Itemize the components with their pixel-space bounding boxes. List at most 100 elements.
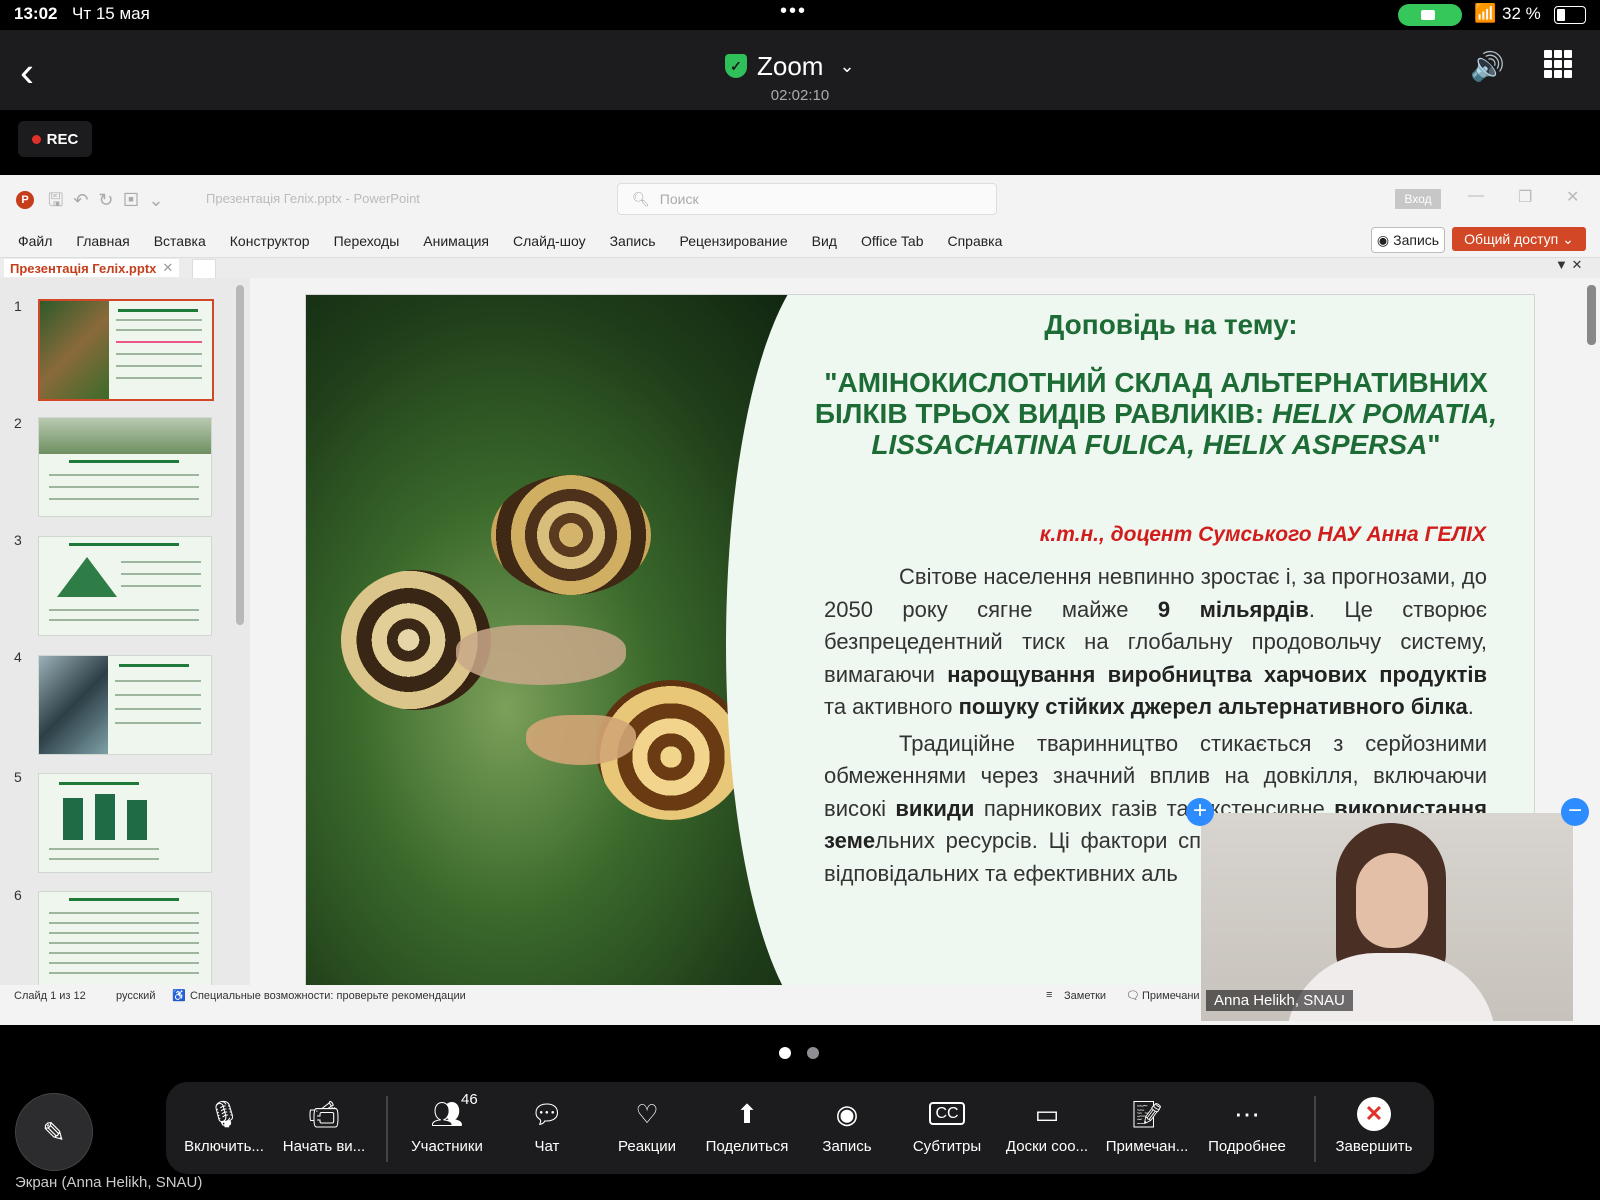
end-meeting-button[interactable]: ✕ Завершить <box>1326 1096 1422 1155</box>
record-dot-icon <box>31 134 41 144</box>
thumb-number: 4 <box>14 649 22 665</box>
thumb-number: 2 <box>14 415 22 431</box>
annotate-pencil-icon[interactable]: ✎ <box>15 1093 93 1171</box>
thumb-number: 6 <box>14 887 22 903</box>
multitasking-dots[interactable]: ••• <box>780 0 807 23</box>
subtitles-label: Субтитры <box>912 1138 982 1155</box>
document-tab-bar <box>0 257 1600 278</box>
collapse-video-icon[interactable]: − <box>1561 798 1589 826</box>
participants-icon: 👥︎ 46 <box>399 1091 495 1132</box>
subtitles-button[interactable]: CC Субтитры <box>899 1096 995 1155</box>
ribbon-tab-file[interactable]: Файл <box>18 233 52 249</box>
slide-thumbnail[interactable] <box>38 891 212 991</box>
whiteboard-icon: ▭ <box>1034 1099 1060 1129</box>
unmute-label: Включить... <box>184 1138 264 1155</box>
slide-thumbnail[interactable] <box>38 773 212 873</box>
page-dot-active[interactable] <box>779 1047 791 1059</box>
chat-label: Чат <box>534 1138 560 1155</box>
chat-button[interactable]: 💬︎ Чат <box>499 1096 595 1155</box>
ppt-record-button[interactable]: ◉ Запись <box>1371 227 1445 253</box>
slide-scrollbar[interactable] <box>1587 285 1596 345</box>
chevron-down-icon: ⌄ <box>839 55 855 76</box>
notes-icon: 📝︎ <box>1130 1099 1164 1129</box>
quick-access-toolbar[interactable]: 🖫↶↻▣⌄ <box>48 188 174 218</box>
thumb-number: 3 <box>14 532 22 548</box>
end-meeting-label: Завершить <box>1335 1138 1413 1155</box>
ribbon-tab-record[interactable]: Запись <box>610 233 656 249</box>
video-off-icon: 📹︎ <box>307 1099 341 1129</box>
page-dot[interactable] <box>807 1047 819 1059</box>
reactions-button[interactable]: ♡ Реакции <box>599 1096 695 1155</box>
slide-thumbnail[interactable] <box>38 299 214 401</box>
tab-menu-icon[interactable]: ▼ ✕ <box>1555 257 1582 273</box>
whiteboards-button[interactable]: ▭ Доски соо... <box>999 1096 1095 1155</box>
ppt-share-button[interactable]: Общий доступ ⌄ <box>1452 227 1586 251</box>
back-chevron-icon[interactable]: ‹ <box>20 48 34 96</box>
ribbon-tabs: Файл Главная Вставка Конструктор Переход… <box>0 225 1600 257</box>
ppt-share-label: Общий доступ <box>1464 231 1559 247</box>
ribbon-tab-review[interactable]: Рецензирование <box>680 233 788 249</box>
ribbon-tab-animation[interactable]: Анимация <box>423 233 489 249</box>
document-tab[interactable]: Презентація Геліх.pptx ✕ <box>4 259 180 277</box>
slide-thumbnail[interactable] <box>38 417 212 517</box>
clock: 13:02 <box>14 4 58 23</box>
language-indicator[interactable]: русский <box>116 990 155 1002</box>
chevron-down-icon: ⌄ <box>1558 230 1574 247</box>
slide-paragraph-1: Світове населення невпинно зростає і, за… <box>824 564 1487 719</box>
participant-name-tag: Anna Helikh, SNAU <box>1206 990 1353 1011</box>
expand-video-icon[interactable]: + <box>1186 798 1214 826</box>
participants-count: 46 <box>461 1091 478 1108</box>
toolbar-divider <box>386 1096 388 1162</box>
meeting-header: ‹ ✓ Zoom ⌄ 02:02:10 🔊 <box>0 30 1600 110</box>
ribbon-tab-insert[interactable]: Вставка <box>154 233 206 249</box>
ribbon-tab-slideshow[interactable]: Слайд-шоу <box>513 233 586 249</box>
accessibility-status[interactable]: Специальные возможности: проверьте реком… <box>190 990 466 1002</box>
restore-icon[interactable]: ❐ <box>1518 187 1532 207</box>
slide-thumbnail[interactable] <box>38 536 212 636</box>
notes-label: Примечан... <box>1105 1138 1189 1155</box>
date: Чт 15 мая <box>72 4 150 23</box>
accessibility-icon: ♿ <box>172 990 186 1002</box>
participant-video-tile[interactable]: Anna Helikh, SNAU <box>1201 813 1573 1021</box>
share-screen-button[interactable]: ⬆ Поделиться <box>699 1096 795 1155</box>
slide-title: "АМІНОКИСЛОТНИЙ СКЛАД АЛЬТЕРНАТИВНИХ БІЛ… <box>806 367 1506 460</box>
more-button[interactable]: ⋯ Подробнее <box>1199 1096 1295 1155</box>
record-label: Запись <box>822 1138 872 1155</box>
comments-button[interactable]: Примечани <box>1142 990 1200 1002</box>
minimize-icon[interactable]: — <box>1468 187 1484 205</box>
document-title: Презентація Геліх.pptx - PowerPoint <box>206 191 420 206</box>
toolbar-divider <box>1314 1096 1316 1162</box>
close-icon[interactable]: ✕ <box>1566 187 1579 207</box>
document-tab-label: Презентація Геліх.pptx <box>10 260 157 276</box>
unmute-button[interactable]: 🎙︎ Включить... <box>176 1096 272 1155</box>
search-placeholder: Поиск <box>659 191 699 207</box>
record-icon: ◉ <box>835 1099 859 1129</box>
notes-button[interactable]: 📝︎ Примечан... <box>1099 1096 1195 1155</box>
gallery-view-icon[interactable] <box>1544 50 1572 78</box>
thumbnails-scrollbar[interactable] <box>236 285 244 625</box>
heart-icon: ♡ <box>635 1099 659 1129</box>
ribbon-tab-view[interactable]: Вид <box>812 233 837 249</box>
ribbon-tab-home[interactable]: Главная <box>76 233 129 249</box>
ppt-search-box[interactable]: 🔍︎ Поиск <box>617 183 997 215</box>
participants-button[interactable]: 👥︎ 46 Участники <box>399 1091 495 1155</box>
ribbon-tab-design[interactable]: Конструктор <box>230 233 310 249</box>
search-icon: 🔍︎ <box>632 190 650 207</box>
ribbon-tab-office-tab[interactable]: Office Tab <box>861 233 924 249</box>
meeting-title-button[interactable]: ✓ Zoom ⌄ <box>725 50 855 82</box>
ribbon-tab-transitions[interactable]: Переходы <box>334 233 400 249</box>
notes-button[interactable]: Заметки <box>1064 990 1106 1002</box>
thumb-number: 5 <box>14 769 22 785</box>
close-tab-icon[interactable]: ✕ <box>162 260 173 276</box>
recording-indicator[interactable]: REC <box>18 121 92 157</box>
participant-face <box>1356 853 1428 948</box>
share-upload-icon: ⬆ <box>736 1099 758 1129</box>
new-tab-button[interactable] <box>192 259 216 279</box>
start-video-button[interactable]: 📹︎ Начать ви... <box>276 1096 372 1155</box>
powerpoint-logo-icon: P <box>16 191 34 209</box>
signin-button[interactable]: Вход <box>1395 189 1441 209</box>
speaker-icon[interactable]: 🔊 <box>1470 50 1505 83</box>
slide-thumbnail[interactable] <box>38 655 212 755</box>
ribbon-tab-help[interactable]: Справка <box>947 233 1002 249</box>
record-button[interactable]: ◉ Запись <box>799 1096 895 1155</box>
